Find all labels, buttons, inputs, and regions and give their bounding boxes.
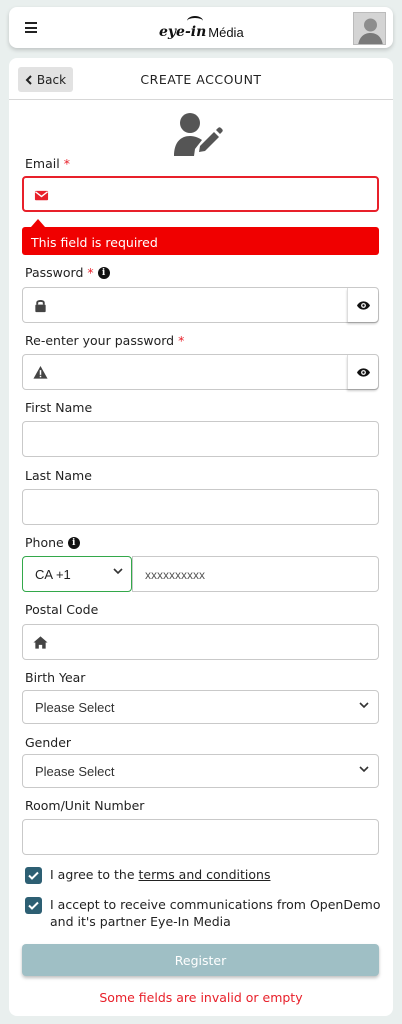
- postal-code-label: Postal Code: [25, 602, 99, 617]
- reenter-password-label: Re-enter your password *: [25, 333, 185, 348]
- gender-label: Gender: [25, 735, 72, 750]
- warning-icon: [33, 365, 48, 379]
- hamburger-menu-icon[interactable]: [25, 22, 37, 33]
- room-unit-field[interactable]: [22, 819, 379, 855]
- password-label: Password * i: [25, 265, 110, 280]
- phone-label: Phone i: [25, 535, 80, 550]
- phone-info-icon[interactable]: i: [67, 536, 80, 549]
- create-account-card: Back CREATE ACCOUNT Email * This field is…: [9, 58, 393, 1016]
- password-field[interactable]: [22, 287, 379, 323]
- password-info-icon[interactable]: i: [97, 266, 110, 279]
- user-avatar[interactable]: [353, 12, 386, 45]
- logo-sub-text: Média: [208, 25, 244, 40]
- last-name-label: Last Name: [25, 468, 92, 483]
- page-title: CREATE ACCOUNT: [140, 72, 262, 87]
- birth-year-select[interactable]: Please Select: [22, 690, 379, 724]
- reenter-password-field[interactable]: [22, 354, 379, 390]
- communications-checkbox[interactable]: [25, 897, 42, 914]
- show-password-button[interactable]: [347, 288, 378, 322]
- terms-link[interactable]: terms and conditions: [139, 867, 271, 882]
- card-header: Back CREATE ACCOUNT: [9, 58, 393, 100]
- birth-year-value: Please Select: [35, 700, 115, 715]
- first-name-label: First Name: [25, 400, 93, 415]
- brand-logo: eye-in Média: [159, 16, 244, 40]
- lock-icon: [35, 299, 46, 313]
- last-name-field[interactable]: [22, 489, 379, 525]
- first-name-field[interactable]: [22, 421, 379, 457]
- top-bar: eye-in Média: [9, 7, 393, 48]
- phone-country-value: CA +1: [35, 567, 71, 582]
- eye-icon: [356, 300, 370, 310]
- chevron-down-icon: [359, 766, 369, 773]
- logo-main-text: eye-in: [159, 24, 207, 40]
- communications-text-line2: and it's partner Eye-In Media: [50, 914, 231, 929]
- chevron-down-icon: [359, 702, 369, 709]
- check-icon: [28, 901, 39, 910]
- register-button[interactable]: Register: [22, 944, 379, 976]
- phone-number-input[interactable]: xxxxxxxxxx: [132, 556, 379, 592]
- eye-icon: [356, 367, 370, 377]
- postal-code-field[interactable]: [22, 624, 379, 660]
- envelope-icon: [34, 190, 49, 201]
- terms-checkbox-row: I agree to the terms and conditions: [25, 866, 270, 884]
- phone-country-select[interactable]: CA +1: [22, 556, 132, 592]
- email-field[interactable]: [22, 176, 379, 212]
- terms-checkbox[interactable]: [25, 867, 42, 884]
- chevron-down-icon: [113, 568, 123, 575]
- show-reenter-password-button[interactable]: [347, 355, 378, 389]
- gender-value: Please Select: [35, 764, 115, 779]
- form-error-message: Some fields are invalid or empty: [99, 990, 303, 1005]
- check-icon: [28, 871, 39, 880]
- gender-select[interactable]: Please Select: [22, 754, 379, 788]
- home-icon: [33, 636, 48, 649]
- email-label: Email *: [25, 156, 70, 171]
- terms-text: I agree to the: [50, 867, 135, 882]
- birth-year-label: Birth Year: [25, 670, 86, 685]
- communications-checkbox-row: I accept to receive communications from …: [25, 896, 380, 930]
- user-edit-icon: [174, 113, 223, 156]
- room-unit-label: Room/Unit Number: [25, 798, 145, 813]
- email-error-tooltip: This field is required: [22, 219, 379, 255]
- communications-text-line1: I accept to receive communications from …: [50, 897, 381, 912]
